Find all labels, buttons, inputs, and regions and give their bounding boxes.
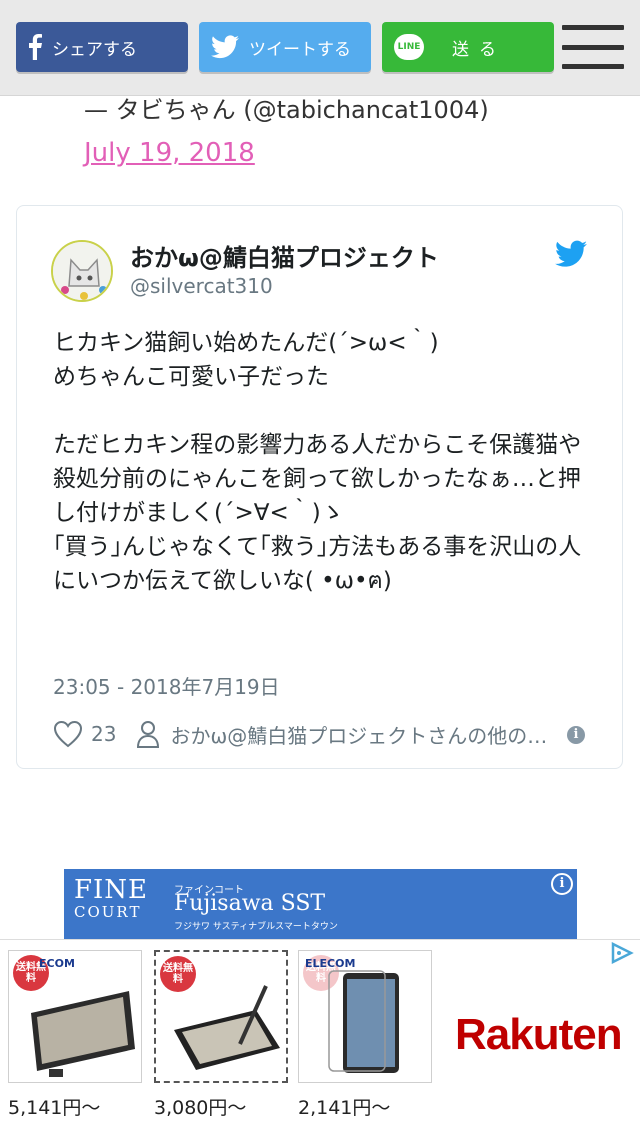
ad-info-icon[interactable]: i (551, 873, 573, 895)
adchoices-icon[interactable] (610, 942, 634, 964)
product-price[interactable]: 5,141円〜 (8, 1093, 142, 1120)
info-icon[interactable]: i (567, 726, 585, 744)
banner-logo-line2: COURT (74, 903, 142, 921)
avatar[interactable] (51, 240, 113, 302)
heart-icon[interactable] (53, 720, 83, 748)
banner-name: Fujisawa SST (174, 891, 326, 916)
facebook-share-label: シェアする (52, 39, 137, 60)
tweet-handle[interactable]: @silvercat310 (130, 274, 273, 298)
product-ad-strip: 送料無料 ECOM 5,141円〜 送料無料 3,080円〜 送料無料 ELEC… (0, 939, 640, 1138)
product-ad-item[interactable]: 送料無料 3,080円〜 (154, 950, 288, 1120)
product-image[interactable]: 送料無料 ECOM (8, 950, 142, 1083)
banner-kana-bottom: フジサワ サスティナブルスマートタウン (174, 922, 338, 932)
product-image[interactable]: 送料無料 (154, 950, 288, 1083)
product-price[interactable]: 2,141円〜 (298, 1093, 432, 1120)
rakuten-logo[interactable]: Rakuten (455, 1010, 623, 1060)
twitter-bird-icon (211, 35, 239, 59)
facebook-share-button[interactable]: シェアする (16, 22, 188, 72)
tweet-display-name[interactable]: おかω@鯖白猫プロジェクト (130, 238, 439, 273)
person-icon (137, 721, 160, 748)
banner-ad[interactable]: FINE COURT ファインコート Fujisawa SST フジサワ サステ… (64, 869, 577, 941)
tweet-actions: 23 おかω@鯖白猫プロジェクトさんの他のツイートを見る i (53, 718, 593, 750)
like-count[interactable]: 23 (91, 722, 116, 746)
tweet-body: ヒカキン猫飼い始めたんだ(´>ω<｀) めちゃんこ可愛い子だった ただヒカキン程… (53, 330, 582, 594)
twitter-share-button[interactable]: ツイートする (199, 22, 371, 72)
banner-logo-line1: FINE (74, 875, 149, 905)
line-share-label: 送る (452, 39, 506, 60)
hamburger-menu-icon[interactable] (562, 22, 624, 72)
previous-tweet-date-link[interactable]: July 19, 2018 (84, 138, 255, 168)
product-ad-item[interactable]: 送料無料 ELECOM 2,141円〜 (298, 950, 432, 1120)
product-brand: ECOM (39, 957, 75, 970)
twitter-share-label: ツイートする (249, 39, 351, 60)
banner-logo: FINE COURT (74, 877, 148, 921)
product-price[interactable]: 3,080円〜 (154, 1093, 288, 1120)
facebook-icon (28, 34, 42, 60)
product-image[interactable]: 送料無料 ELECOM (298, 950, 432, 1083)
product-brand: ELECOM (305, 957, 356, 970)
twitter-bird-icon[interactable] (555, 240, 587, 268)
line-icon: LINE (394, 34, 424, 60)
author-more-tweets-link[interactable]: おかω@鯖白猫プロジェクトさんの他のツイートを見る (170, 720, 550, 749)
tweet-timestamp-link[interactable]: 23:05 - 2018年7月19日 (53, 671, 280, 700)
free-shipping-badge: 送料無料 (160, 956, 196, 992)
share-bar: シェアする ツイートする LINE 送る (0, 0, 640, 96)
previous-tweet-author: — タビちゃん (@tabichancat1004) (84, 96, 489, 124)
product-ad-item[interactable]: 送料無料 ECOM 5,141円〜 (8, 950, 142, 1120)
embedded-tweet-card: おかω@鯖白猫プロジェクト @silvercat310 ヒカキン猫飼い始めたんだ… (16, 205, 623, 769)
line-share-button[interactable]: LINE 送る (382, 22, 554, 72)
